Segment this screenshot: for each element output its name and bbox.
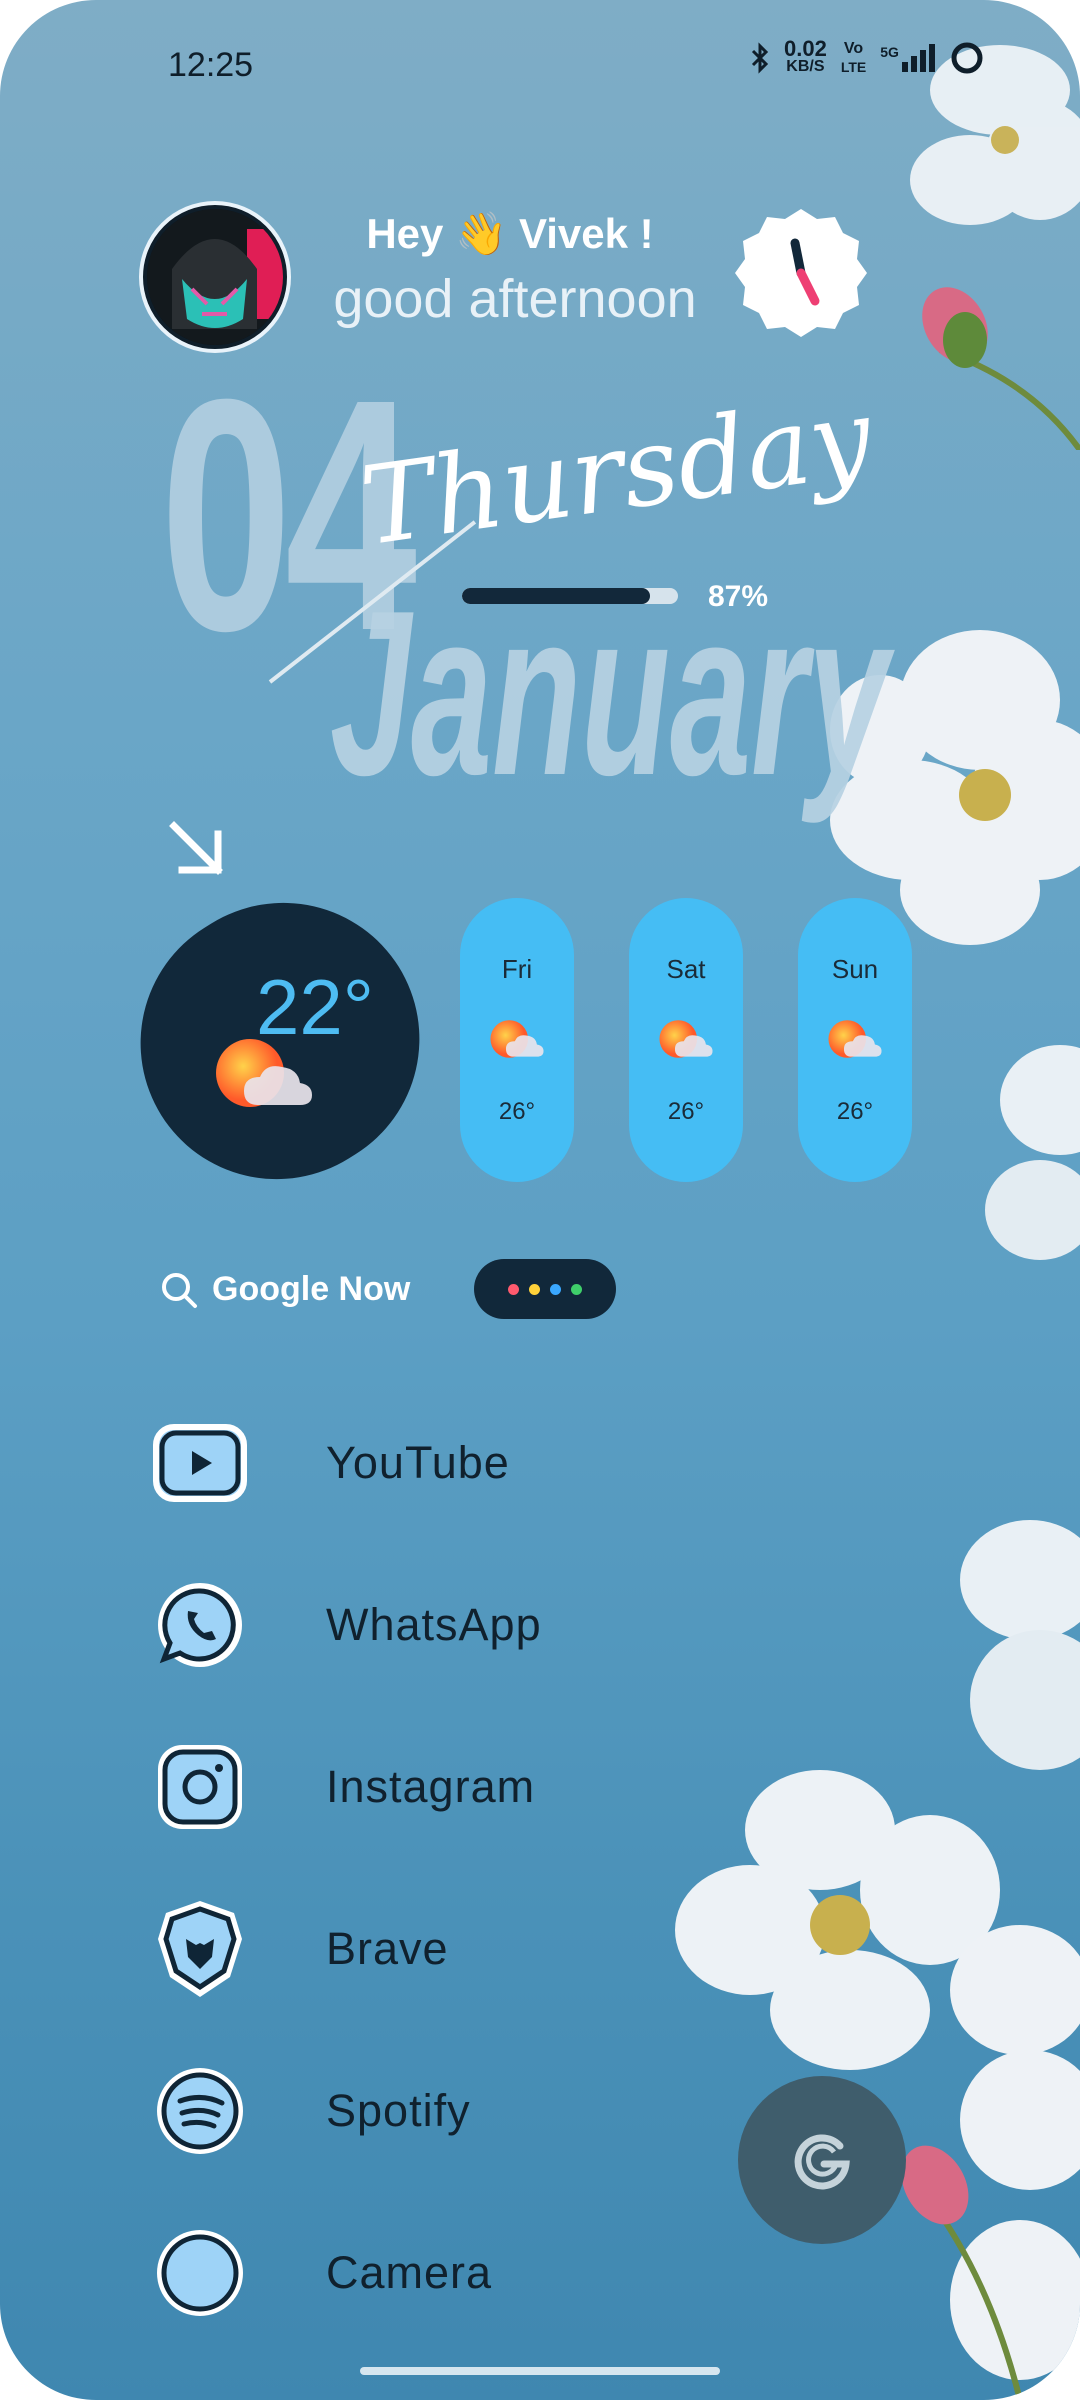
volte-badge: Vo LTE — [840, 40, 867, 75]
app-spotify[interactable]: Spotify — [150, 2056, 471, 2166]
assistant-dot — [529, 1283, 540, 1295]
greeting-subtitle: good afternoon — [333, 269, 697, 329]
signal-icon: 5G — [880, 44, 935, 72]
forecast-day-2[interactable]: Sat 26° — [629, 898, 743, 1182]
date-weekday: Thursday — [353, 374, 879, 571]
assistant-dot — [571, 1283, 582, 1295]
spotify-icon — [150, 2061, 250, 2161]
app-label: Brave — [326, 1923, 449, 1974]
flower-decoration — [960, 1520, 1080, 1770]
status-time: 12:25 — [168, 46, 254, 84]
battery-bar — [462, 588, 678, 604]
app-label: Camera — [326, 2247, 493, 2298]
instagram-icon — [150, 1737, 250, 1837]
app-label: Spotify — [326, 2085, 471, 2136]
date-month: January — [330, 561, 889, 824]
gesture-home-bar[interactable] — [360, 2367, 720, 2375]
google-now-search[interactable]: Google Now — [160, 1270, 410, 1309]
search-label: Google Now — [212, 1270, 411, 1308]
assistant-dot — [550, 1283, 561, 1295]
network-speed: 0.02 KB/S — [784, 36, 827, 76]
app-instagram[interactable]: Instagram — [150, 1732, 535, 1842]
forecast-day-1[interactable]: Fri 26° — [460, 898, 574, 1182]
app-camera[interactable]: Camera — [150, 2218, 492, 2328]
arrow-down-right-icon — [169, 821, 223, 875]
assistant-dot — [508, 1283, 519, 1295]
search-icon — [162, 1272, 197, 1308]
home-screen: 12:25 0.02 KB/S Vo LTE 5G Hey 👋 Vivek ! … — [0, 0, 1080, 2400]
avatar[interactable] — [143, 205, 287, 349]
partly-cloudy-icon — [659, 1020, 713, 1058]
battery-percent: 87% — [708, 580, 769, 613]
partly-cloudy-icon — [828, 1020, 882, 1058]
app-whatsapp[interactable]: WhatsApp — [150, 1570, 542, 1680]
google-fab-button[interactable] — [738, 2076, 906, 2244]
youtube-icon — [150, 1413, 250, 1513]
app-youtube[interactable]: YouTube — [150, 1408, 510, 1518]
app-label: YouTube — [326, 1437, 510, 1488]
flower-decoration — [985, 1045, 1080, 1260]
network-type: 5G — [880, 44, 899, 60]
speed-unit: KB/S — [786, 58, 825, 75]
battery-ring-icon — [951, 42, 983, 74]
bluetooth-icon — [751, 42, 769, 74]
partly-cloudy-icon — [216, 1039, 312, 1107]
partly-cloudy-icon — [490, 1020, 544, 1058]
app-label: WhatsApp — [326, 1599, 542, 1650]
battery-bar-fill — [462, 588, 650, 604]
forecast-day-3[interactable]: Sun 26° — [798, 898, 912, 1182]
brave-icon — [150, 1899, 250, 1999]
assistant-button[interactable] — [474, 1259, 616, 1319]
flower-decoration — [901, 1925, 1080, 2400]
app-label: Instagram — [326, 1761, 536, 1812]
speed-value: 0.02 — [784, 36, 827, 61]
bud-decoration — [922, 287, 1080, 450]
app-brave[interactable]: Brave — [150, 1894, 449, 2004]
camera-icon — [150, 2223, 250, 2323]
avatar-image — [147, 209, 283, 345]
clock-icon[interactable] — [733, 205, 869, 341]
greeting-name: Hey 👋 Vivek ! — [366, 210, 654, 257]
status-icons: 0.02 KB/S Vo LTE 5G — [750, 36, 985, 76]
whatsapp-icon — [150, 1575, 250, 1675]
google-icon — [794, 2134, 850, 2190]
